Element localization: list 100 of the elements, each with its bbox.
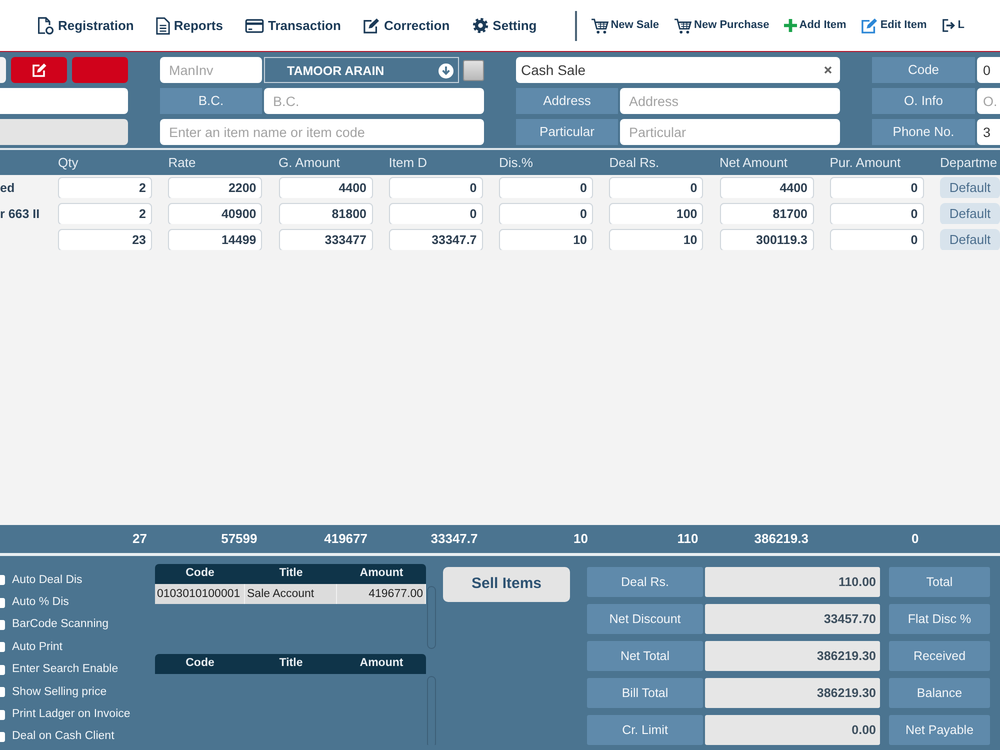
toolbar-link[interactable]: L [942, 17, 964, 34]
total-value: 33347.7 [430, 530, 479, 548]
department-button[interactable]: Default [940, 228, 1000, 250]
table-cell-input[interactable]: 4400 [720, 177, 814, 198]
toolbar-link[interactable]: Edit Item [861, 17, 927, 34]
checkbox-label: Print Ladger on Invoice [12, 706, 130, 722]
document-icon [156, 16, 170, 34]
field-label: B.C. [160, 88, 262, 114]
table-cell-input[interactable]: 0 [499, 203, 593, 224]
input-field[interactable]: O. [977, 88, 1000, 114]
clear-icon [824, 66, 832, 74]
table-cell-input[interactable]: 81800 [278, 203, 372, 224]
scrollbar[interactable] [427, 586, 436, 649]
table-cell-input[interactable]: 333477 [278, 229, 372, 250]
settings-icon [472, 17, 489, 34]
toolbar-link[interactable]: Add Item [784, 17, 846, 34]
total-value: 10 [572, 530, 589, 548]
table-cell-input[interactable]: 2 [58, 177, 152, 198]
invoice-number-field[interactable]: ManInv [160, 57, 262, 83]
column-header: Qty [58, 154, 80, 172]
checkbox-label: Auto % Dis [12, 594, 69, 610]
edit-icon [32, 63, 46, 77]
table-cell-input[interactable]: 10 [609, 229, 704, 250]
plus-icon [784, 19, 798, 32]
sell-items-button[interactable]: Sell Items [443, 567, 570, 602]
table-cell-input[interactable]: 10 [499, 229, 593, 250]
menu-item[interactable]: Setting [472, 16, 537, 36]
checkbox[interactable] [463, 60, 484, 80]
edit-icon [861, 18, 878, 34]
column-header: Dis.% [499, 154, 534, 172]
column-header: Title [278, 656, 304, 672]
table-cell-input[interactable]: 40900 [168, 203, 262, 224]
address-field[interactable]: Address [620, 88, 840, 114]
cart-icon [674, 18, 692, 34]
input-field[interactable]: 0 [977, 57, 1000, 83]
field-label: Total [889, 567, 990, 597]
checkbox-label: Auto Deal Dis [12, 572, 82, 588]
department-button[interactable]: Default [940, 202, 1000, 224]
barcode-field[interactable]: B.C. [264, 88, 484, 114]
checkbox-label: BarCode Scanning [12, 617, 109, 632]
table-cell: 0103010100001 [155, 584, 245, 604]
toolbar-link[interactable]: New Sale [590, 17, 660, 34]
table-cell-input[interactable]: 0 [499, 177, 593, 198]
edit-button[interactable] [11, 57, 67, 83]
input-field[interactable] [0, 88, 128, 114]
total-value: 386219.3 [753, 530, 810, 548]
table-cell-input[interactable]: 33347.7 [388, 229, 483, 250]
table-cell-input[interactable]: 0 [609, 177, 704, 198]
menu-item[interactable]: Transaction [244, 16, 341, 36]
menu-item[interactable]: Correction [362, 16, 450, 36]
item-name: r 663 II [0, 206, 40, 221]
table-cell-input[interactable]: 100 [609, 203, 704, 224]
field-label: Deal Rs. [587, 567, 703, 597]
toolbar-link[interactable]: New Purchase [674, 17, 770, 34]
menu-item[interactable]: Registration [37, 16, 134, 36]
field-label: Received [889, 641, 990, 671]
checkbox-label: Auto Print [12, 640, 62, 655]
logout-icon [942, 19, 956, 32]
table-cell-input[interactable]: 0 [830, 203, 924, 224]
table-cell-input[interactable]: 0 [830, 229, 924, 250]
column-header: Code [184, 656, 216, 672]
total-value: 0 [910, 530, 920, 548]
table-cell-input[interactable]: 2 [58, 203, 152, 224]
field-label: O. Info [872, 88, 975, 114]
column-header: Deal Rs. [609, 154, 660, 172]
value-field: 0.00 [705, 715, 880, 745]
table-cell-input[interactable]: 0 [388, 177, 483, 198]
menu-item[interactable]: Reports [156, 16, 223, 36]
field-label: Bill Total [587, 678, 703, 708]
field-label: Net Total [587, 641, 703, 671]
department-button[interactable]: Default [940, 176, 1000, 198]
column-header: Code [184, 566, 216, 582]
value-field: 386219.30 [705, 678, 880, 708]
value-field: 33457.70 [705, 604, 880, 634]
particular-field[interactable]: Particular [620, 119, 840, 145]
value-field: 110.00 [705, 567, 880, 597]
field-label: Particular [516, 119, 618, 145]
column-header: Pur. Amount [830, 154, 902, 172]
column-header: Departme [940, 154, 998, 172]
input-field[interactable]: 3 [977, 119, 1000, 145]
table-cell-input[interactable]: 14499 [168, 229, 262, 250]
table-cell-input[interactable]: 0 [830, 177, 924, 198]
account-select[interactable]: Cash Sale [516, 57, 840, 83]
total-value: 419677 [323, 530, 368, 548]
field-label: Flat Disc % [889, 604, 990, 634]
table-cell-input[interactable]: 4400 [278, 177, 372, 198]
table-cell-input[interactable]: 0 [388, 203, 483, 224]
table-cell-input[interactable]: 2200 [168, 177, 262, 198]
item-search-field[interactable]: Enter an item name or item code [160, 119, 484, 145]
checkbox-label: Deal on Cash Client [12, 729, 114, 744]
column-header: Title [278, 566, 304, 582]
dropdown-icon [438, 63, 454, 79]
column-header: Item D [388, 154, 428, 172]
table-cell-input[interactable]: 23 [58, 229, 152, 250]
customer-select[interactable]: TAMOOR ARAIN [264, 57, 459, 83]
table-cell-input[interactable]: 300119.3 [720, 229, 814, 250]
column-header: Amount [358, 656, 404, 672]
field-label: Balance [889, 678, 990, 708]
table-cell-input[interactable]: 81700 [720, 203, 814, 224]
table-row[interactable]: 0103010100001 Sale Account 419677.00 [155, 584, 426, 604]
